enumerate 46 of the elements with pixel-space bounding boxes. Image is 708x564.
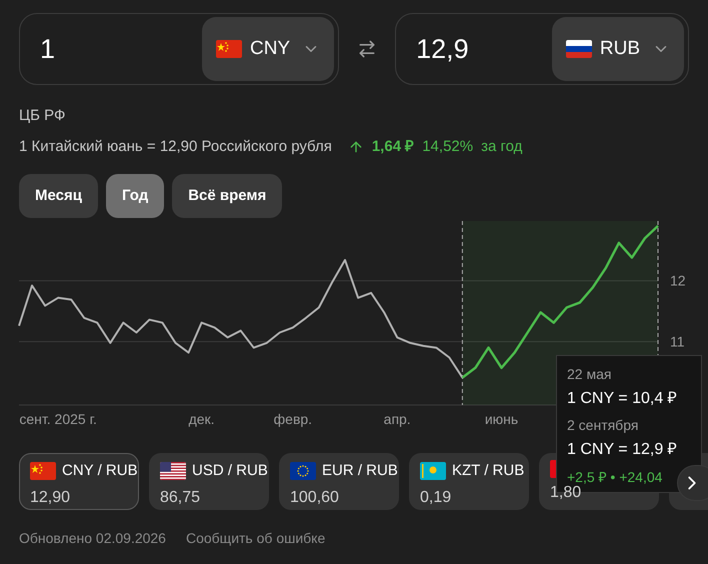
period-tab[interactable]: Год xyxy=(106,174,164,218)
pair-value: 1,80 xyxy=(550,484,582,503)
tooltip-value: 1 CNY = 12,9 ₽ xyxy=(567,440,677,460)
amount-field[interactable]: 1 CNY xyxy=(19,13,340,85)
currency-pair-card[interactable]: CNY / RUB 12,90 xyxy=(19,453,139,510)
tooltip-change: +2,5 ₽ • +24,04 xyxy=(567,468,662,486)
currency-select[interactable]: RUB xyxy=(552,17,684,81)
swap-icon[interactable] xyxy=(357,39,378,59)
flag-icon xyxy=(160,462,186,480)
amount-field[interactable]: 12,9 RUB xyxy=(395,13,689,85)
report-error-link[interactable]: Сообщить об ошибке xyxy=(186,528,326,549)
pair-label: EUR / RUB xyxy=(322,461,398,481)
axis-label: дек. xyxy=(188,411,215,427)
flag-icon xyxy=(566,40,592,58)
flag-icon xyxy=(290,462,316,480)
currency-pair-card[interactable]: USD / RUB 86,75 xyxy=(149,453,269,510)
period-tab[interactable]: Месяц xyxy=(19,174,98,218)
axis-label: июнь xyxy=(484,411,518,427)
pair-label: USD / RUB xyxy=(192,461,268,481)
pair-value: 12,90 xyxy=(30,488,70,508)
currency-select[interactable]: CNY xyxy=(202,17,334,81)
tooltip-date: 22 мая xyxy=(567,365,612,384)
flag-icon xyxy=(30,462,56,480)
rate-percent: 14,52% xyxy=(422,136,474,156)
axis-label: 11 xyxy=(670,334,685,350)
axis-label: апр. xyxy=(384,411,411,427)
updated-text: Обновлено 02.09.2026 xyxy=(19,529,166,548)
pair-label: CNY / RUB xyxy=(62,461,138,481)
axis-label: сент. 2025 г. xyxy=(19,411,97,427)
period-tab[interactable]: Всё время xyxy=(172,174,282,218)
flag-icon xyxy=(420,462,446,480)
currency-pair-card[interactable]: EUR / RUB 100,60 xyxy=(279,453,399,510)
rate-text: 1 Китайский юань = 12,90 Российского рубля xyxy=(19,136,332,156)
pair-value: 100,60 xyxy=(290,488,339,508)
tooltip-date: 2 сентября xyxy=(567,416,638,435)
rate-period: за год xyxy=(481,136,522,156)
tooltip-value: 1 CNY = 10,4 ₽ xyxy=(567,389,677,409)
flag-icon xyxy=(216,40,242,58)
pair-value: 0,19 xyxy=(420,488,452,508)
pair-value: 86,75 xyxy=(160,488,200,508)
currency-pair-card[interactable]: KZT / RUB 0,19 xyxy=(409,453,529,510)
axis-label: февр. xyxy=(274,411,312,427)
source-label: ЦБ РФ xyxy=(19,106,66,126)
rate-change: 1,64 ₽ xyxy=(372,136,414,156)
pair-label: KZT / RUB xyxy=(452,461,524,481)
axis-label: 12 xyxy=(670,272,686,289)
